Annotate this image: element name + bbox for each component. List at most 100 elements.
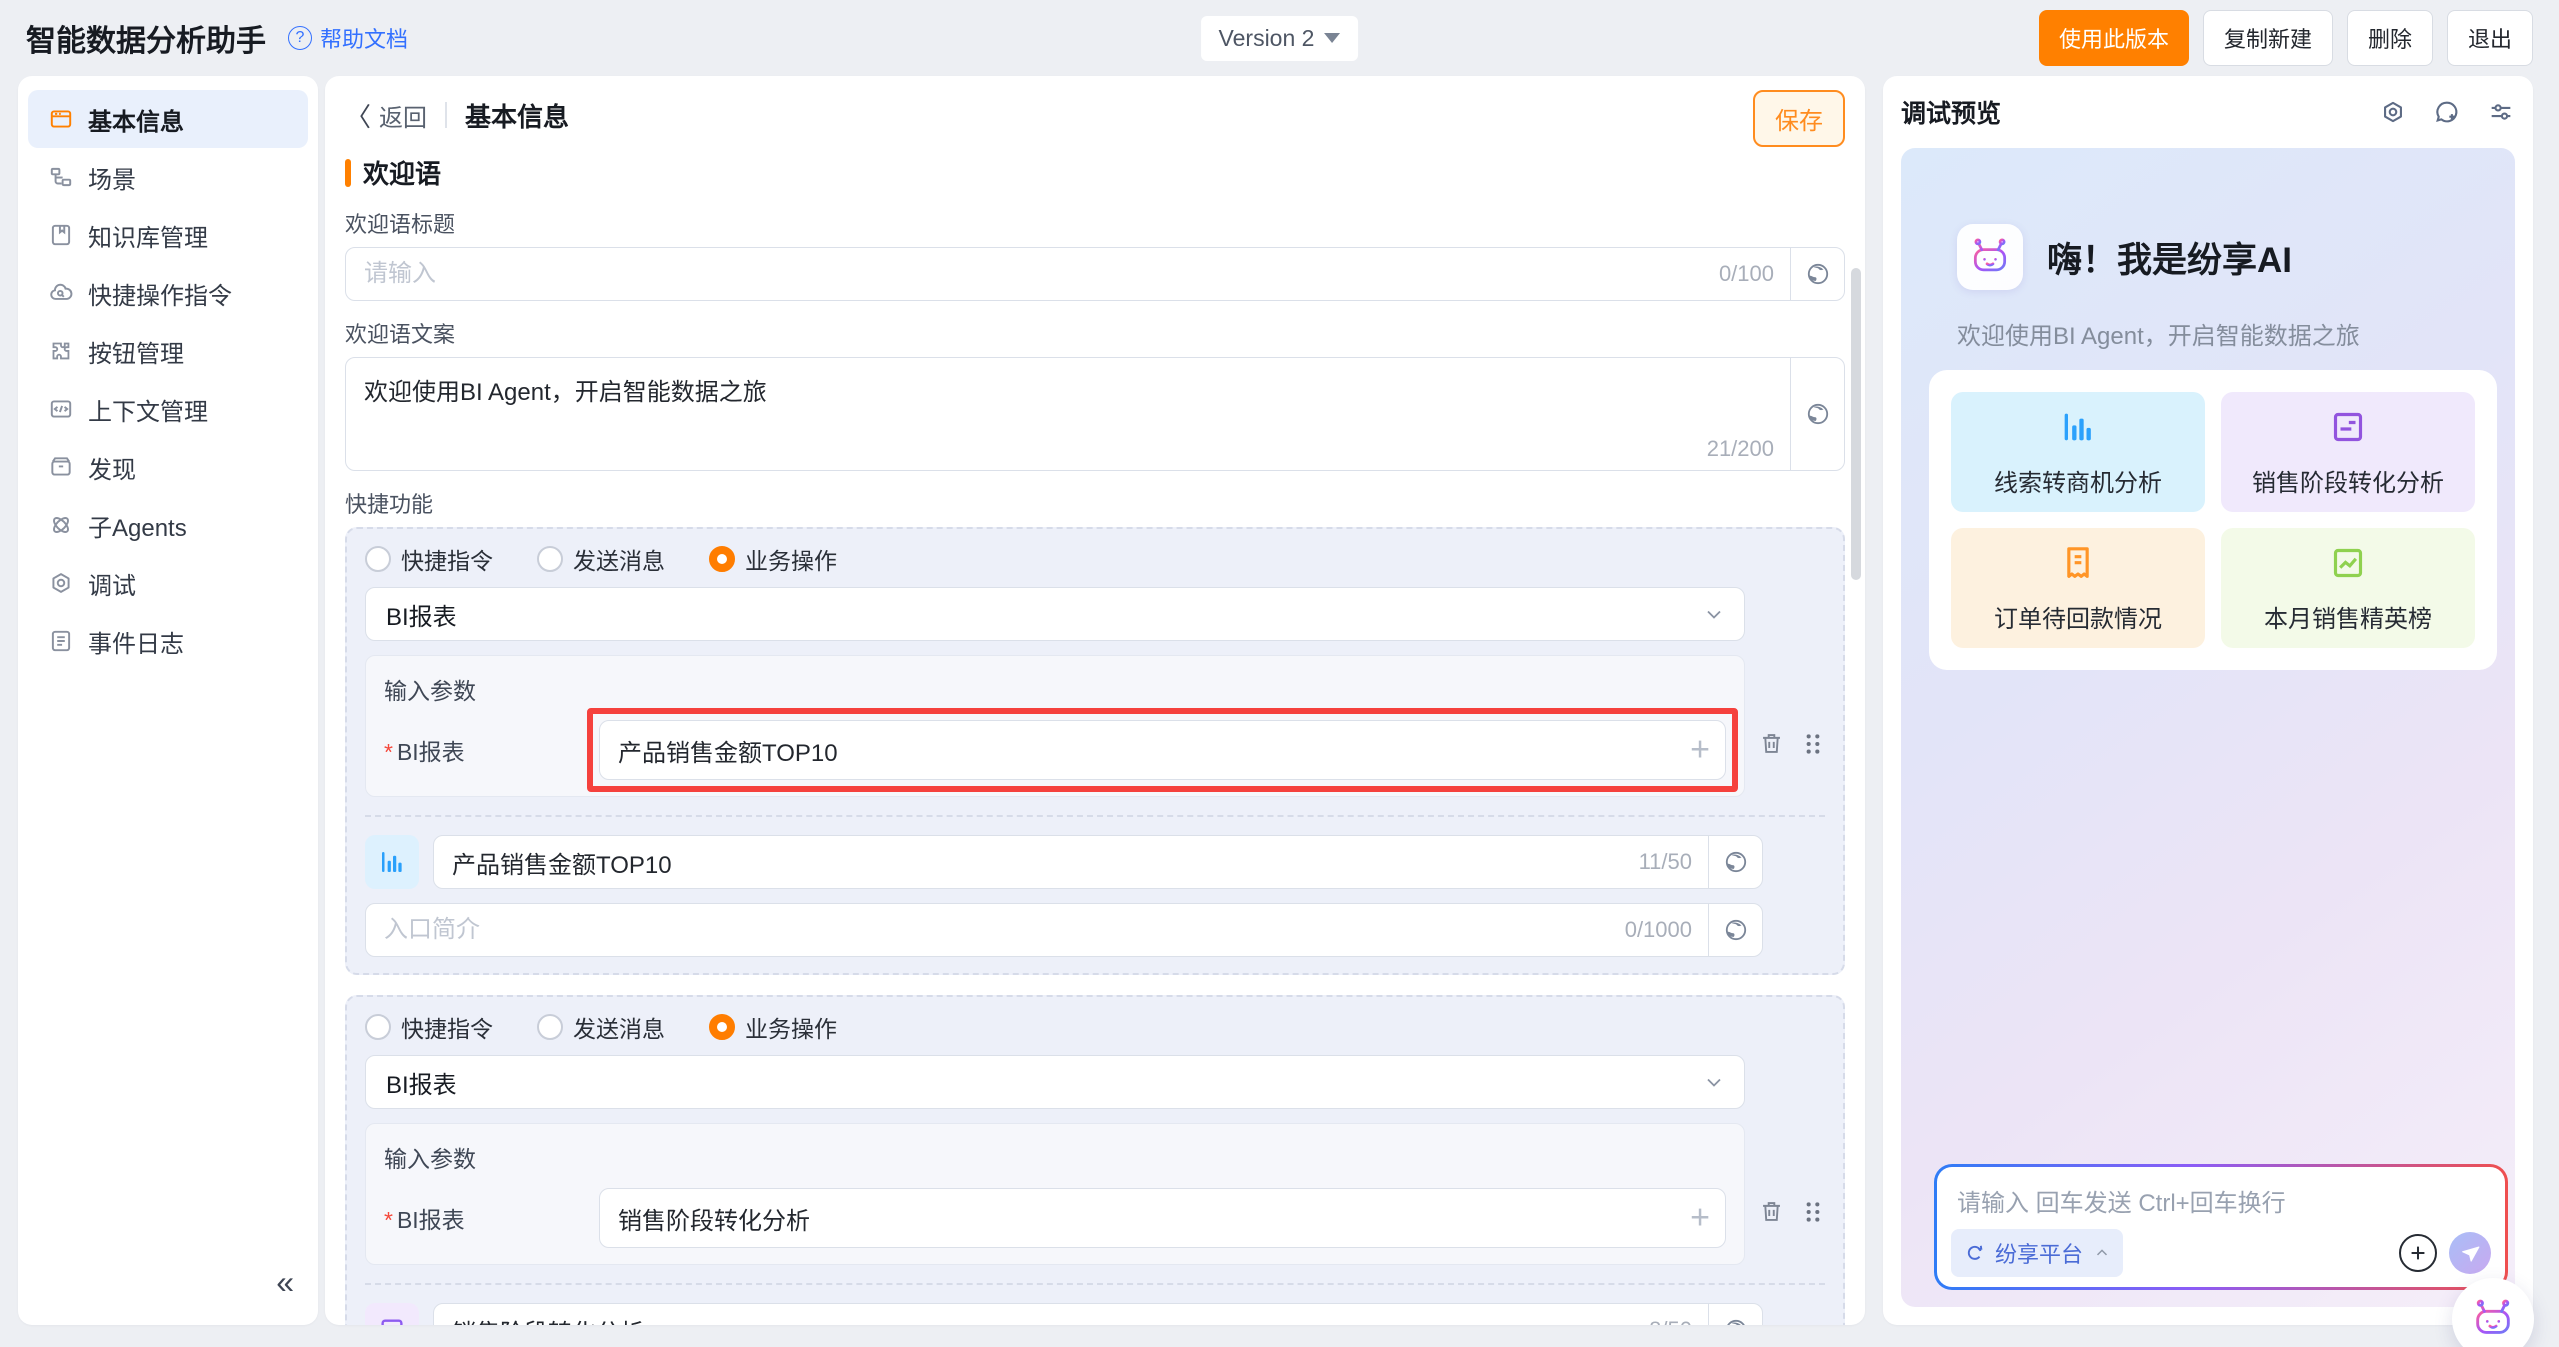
param-card-wrap: 输入参数 *BI报表 +: [365, 655, 1825, 797]
scope-tag[interactable]: 纷享平台: [1951, 1229, 2123, 1277]
sidebar-item-quick-commands[interactable]: 快捷操作指令: [28, 264, 308, 322]
radio-icon: [365, 546, 391, 572]
welcome-text-field: 欢迎使用BI Agent，开启智能数据之旅 21/200: [345, 357, 1845, 471]
page-title: 基本信息: [465, 97, 569, 134]
send-button[interactable]: [2449, 1232, 2491, 1274]
delete-button[interactable]: 删除: [2347, 10, 2433, 66]
drag-handle-icon[interactable]: [1803, 731, 1823, 757]
back-button[interactable]: 返回: [379, 98, 427, 133]
radio-icon-checked: [709, 1014, 735, 1040]
sidebar-item-label: 场景: [88, 160, 136, 195]
chat-input-placeholder[interactable]: 请输入 回车发送 Ctrl+回车换行: [1957, 1183, 2485, 1218]
sidebar-item-button-management[interactable]: 按钮管理: [28, 322, 308, 380]
chevron-up-icon: [2093, 1244, 2111, 1262]
cloud-command-icon: [48, 280, 74, 306]
version-dropdown[interactable]: Version 2: [1201, 16, 1359, 61]
sidebar-item-basic-info[interactable]: 基本信息: [28, 90, 308, 148]
help-doc-link[interactable]: ? 帮助文档: [288, 22, 408, 54]
puzzle-icon: [48, 338, 74, 364]
sidebar-item-discover[interactable]: 发现: [28, 438, 308, 496]
param-value-input[interactable]: [599, 720, 1726, 780]
entry-desc-input[interactable]: [366, 916, 1708, 944]
param-value-input[interactable]: [599, 1188, 1726, 1248]
sidebar-item-label: 发现: [88, 450, 136, 485]
quick-card-label: 线索转商机分析: [1994, 463, 2162, 498]
report-doc-icon: [2328, 407, 2368, 447]
report-doc-icon[interactable]: [365, 1303, 419, 1325]
sidebar-item-debug[interactable]: 调试: [28, 554, 308, 612]
trash-icon[interactable]: [1758, 730, 1785, 757]
chevron-down-icon: [1324, 33, 1340, 43]
quick-cards: 线索转商机分析 销售阶段转化分析 订单待回款情况: [1929, 370, 2497, 670]
scope-tag-label: 纷享平台: [1995, 1237, 2083, 1269]
app-title: 智能数据分析助手: [26, 16, 266, 60]
copy-new-button[interactable]: 复制新建: [2203, 10, 2333, 66]
sidebar-item-event-log[interactable]: 事件日志: [28, 612, 308, 670]
entry-title-input[interactable]: [434, 848, 1708, 876]
header-actions: 使用此版本 复制新建 删除 退出: [2039, 10, 2533, 66]
quick-card-lead-analysis[interactable]: 线索转商机分析: [1951, 392, 2205, 512]
entry-title-row: 11/50: [365, 835, 1763, 889]
input-params-card: 输入参数 *BI报表 +: [365, 655, 1745, 797]
radio-quick-command[interactable]: 快捷指令: [365, 1010, 493, 1044]
help-doc-label: 帮助文档: [320, 22, 408, 54]
help-question-icon: ?: [288, 26, 312, 50]
quick-card-sales-ranking[interactable]: 本月销售精英榜: [2221, 528, 2475, 648]
scrollbar-thumb[interactable]: [1851, 268, 1861, 580]
report-type-select[interactable]: BI报表: [365, 1055, 1745, 1109]
radio-quick-command[interactable]: 快捷指令: [365, 542, 493, 576]
globe-icon[interactable]: [1708, 836, 1762, 888]
sidebar-item-context-management[interactable]: 上下文管理: [28, 380, 308, 438]
trash-icon[interactable]: [1758, 1198, 1785, 1225]
entry-title-input[interactable]: [434, 1316, 1708, 1325]
globe-icon[interactable]: [1790, 358, 1844, 470]
radio-business-action[interactable]: 业务操作: [709, 1010, 837, 1044]
globe-icon[interactable]: [1708, 1304, 1762, 1325]
param-card-wrap: 输入参数 *BI报表 +: [365, 1123, 1825, 1265]
preview-title: 调试预览: [1901, 94, 2001, 130]
param-name-label: *BI报表: [384, 1201, 599, 1235]
sidebar-item-knowledge[interactable]: 知识库管理: [28, 206, 308, 264]
attach-plus-icon[interactable]: [2399, 1234, 2437, 1272]
radio-send-message[interactable]: 发送消息: [537, 1010, 665, 1044]
chevron-down-icon: [1702, 1070, 1726, 1094]
action-type-radio-group: 快捷指令 发送消息 业务操作: [365, 1013, 1825, 1041]
receipt-icon: [2058, 543, 2098, 583]
exit-button[interactable]: 退出: [2447, 10, 2533, 66]
quick-card-pending-payment[interactable]: 订单待回款情况: [1951, 528, 2205, 648]
radio-send-message[interactable]: 发送消息: [537, 542, 665, 576]
greeting-subtitle: 欢迎使用BI Agent，开启智能数据之旅: [1957, 316, 2360, 351]
quick-card-label: 订单待回款情况: [1994, 599, 2162, 634]
debug-preview-panel: 调试预览: [1883, 76, 2533, 1325]
chat-input-box: 请输入 回车发送 Ctrl+回车换行 纷享平台: [1934, 1164, 2508, 1290]
window-icon: [48, 106, 74, 132]
welcome-text-input[interactable]: 欢迎使用BI Agent，开启智能数据之旅: [346, 358, 1790, 470]
quick-card-stage-conversion[interactable]: 销售阶段转化分析: [2221, 392, 2475, 512]
radio-business-action[interactable]: 业务操作: [709, 542, 837, 576]
sidebar-item-label: 快捷操作指令: [88, 276, 232, 311]
sidebar-item-scene[interactable]: 场景: [28, 148, 308, 206]
welcome-title-input[interactable]: [346, 260, 1790, 288]
sidebar-collapse-button[interactable]: «: [276, 1264, 294, 1301]
globe-icon[interactable]: [1790, 248, 1844, 300]
required-star: *: [384, 1207, 393, 1233]
sidebar-item-label: 基本信息: [88, 102, 184, 137]
new-chat-icon[interactable]: [2433, 98, 2461, 126]
greeting-title: 嗨！我是纷享AI: [2047, 232, 2292, 283]
entry-title-field: 11/50: [433, 835, 1763, 889]
sidebar-item-sub-agents[interactable]: 子Agents: [28, 496, 308, 554]
save-button[interactable]: 保存: [1753, 90, 1845, 147]
quick-function-label: 快捷功能: [345, 487, 1845, 519]
sidebar-item-label: 子Agents: [88, 508, 187, 543]
bar-chart-icon[interactable]: [365, 835, 419, 889]
use-version-button[interactable]: 使用此版本: [2039, 10, 2189, 66]
settings-nut-icon[interactable]: [2379, 98, 2407, 126]
sliders-icon[interactable]: [2487, 98, 2515, 126]
drag-handle-icon[interactable]: [1803, 1199, 1823, 1225]
report-type-select[interactable]: BI报表: [365, 587, 1745, 641]
chat-preview-card: 嗨！我是纷享AI 欢迎使用BI Agent，开启智能数据之旅 线索转商机分析 销…: [1901, 148, 2515, 1307]
back-chevron-icon[interactable]: 〈: [345, 97, 371, 134]
sidebar-item-label: 知识库管理: [88, 218, 208, 253]
globe-icon[interactable]: [1708, 904, 1762, 956]
dashed-divider: [365, 815, 1825, 817]
